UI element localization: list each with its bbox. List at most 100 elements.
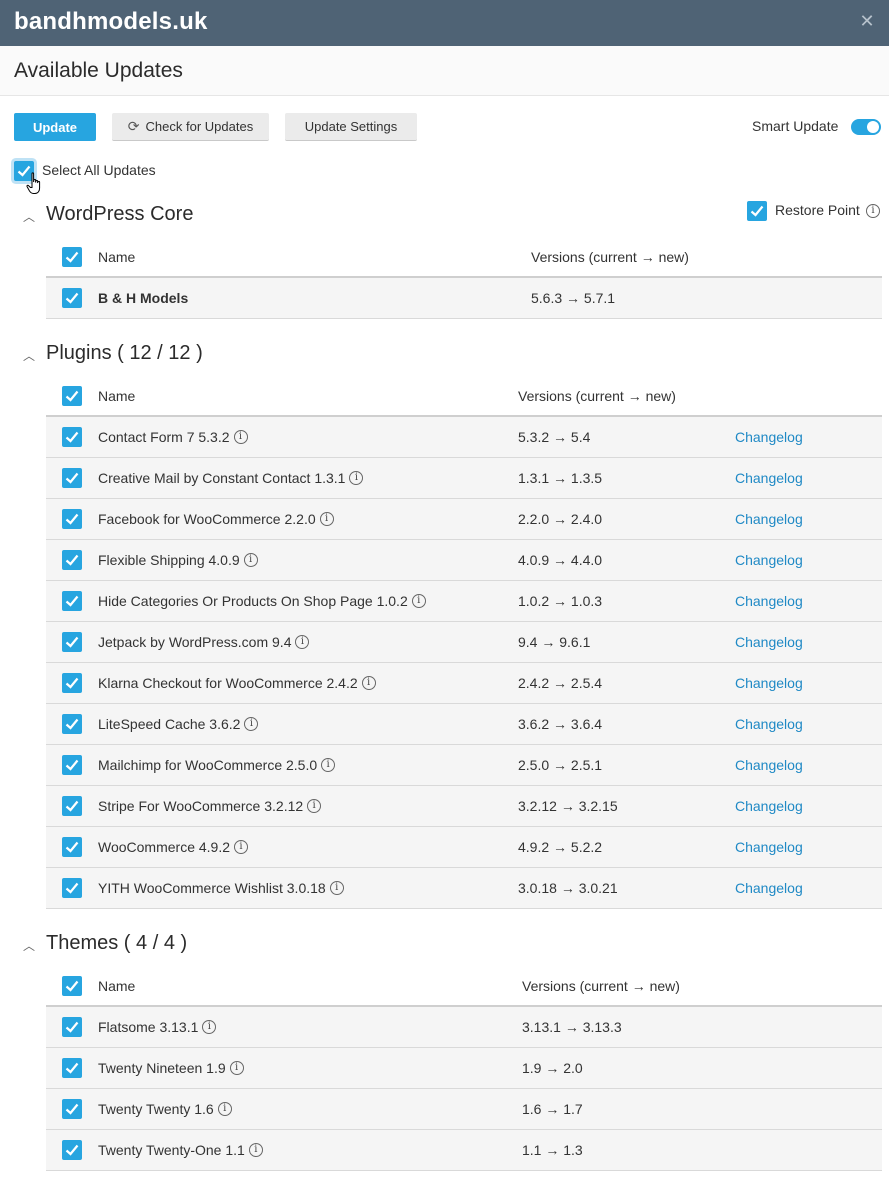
info-icon[interactable]: i (234, 840, 249, 855)
item-name-text: Twenty Twenty-One 1.1 (98, 1142, 245, 1158)
smart-update-toggle[interactable] (851, 119, 881, 135)
row-checkbox[interactable] (62, 550, 82, 570)
row-checkbox[interactable] (62, 591, 82, 611)
hand-pointer-icon (26, 172, 41, 194)
checkmark-icon (65, 431, 79, 443)
row-checkbox[interactable] (62, 632, 82, 652)
restore-point-checkbox[interactable] (747, 201, 767, 221)
plugins-select-all-checkbox[interactable] (62, 386, 82, 406)
row-checkbox[interactable] (62, 673, 82, 693)
info-icon[interactable]: i (321, 758, 336, 773)
item-name: Twenty Twenty-One 1.1 i (98, 1142, 263, 1158)
update-settings-button[interactable]: Update Settings (285, 113, 417, 141)
changelog-link[interactable]: Changelog (735, 716, 803, 732)
item-name-text: Mailchimp for WooCommerce 2.5.0 (98, 757, 318, 773)
item-versions: 5.3.2 → 5.4 (518, 429, 591, 445)
table-row: Twenty Nineteen 1.9 i 1.9 → 2.0 (46, 1048, 882, 1089)
core-site-name: B & H Models (98, 290, 189, 306)
info-icon[interactable]: i (295, 635, 310, 650)
info-icon[interactable]: i (329, 881, 344, 896)
info-icon[interactable]: i (229, 1061, 244, 1076)
check-for-updates-label: Check for Updates (145, 119, 254, 134)
core-select-all-checkbox[interactable] (62, 247, 82, 267)
changelog-link[interactable]: Changelog (735, 593, 803, 609)
item-name: Flexible Shipping 4.0.9 i (98, 552, 258, 568)
checkmark-icon (65, 980, 79, 992)
versions-column-header: Versions (current → new) (518, 388, 676, 404)
item-name-text: Twenty Nineteen 1.9 (98, 1060, 226, 1076)
row-checkbox[interactable] (62, 714, 82, 734)
row-checkbox[interactable] (62, 1058, 82, 1078)
changelog-link[interactable]: Changelog (735, 511, 803, 527)
checkmark-icon (65, 759, 79, 771)
row-checkbox[interactable] (62, 427, 82, 447)
item-versions: 1.6 → 1.7 (522, 1101, 583, 1117)
row-checkbox[interactable] (62, 1099, 82, 1119)
themes-select-all-checkbox[interactable] (62, 976, 82, 996)
info-icon[interactable]: i (319, 512, 334, 527)
info-icon[interactable]: i (217, 1102, 232, 1117)
changelog-link[interactable]: Changelog (735, 798, 803, 814)
info-icon[interactable]: i (202, 1020, 217, 1035)
row-checkbox[interactable] (62, 755, 82, 775)
themes-collapse-icon[interactable]: ︿ (23, 937, 35, 954)
info-icon[interactable]: i (248, 1143, 263, 1158)
row-checkbox[interactable] (62, 1140, 82, 1160)
item-name: Hide Categories Or Products On Shop Page… (98, 593, 426, 609)
check-for-updates-button[interactable]: ⟳ Check for Updates (112, 113, 269, 141)
plugins-table: Name Versions (current → new) Contact Fo… (46, 375, 882, 909)
core-collapse-icon[interactable]: ︿ (23, 208, 35, 225)
item-name: Twenty Nineteen 1.9 i (98, 1060, 244, 1076)
item-name: YITH WooCommerce Wishlist 3.0.18 i (98, 880, 344, 896)
versions-column-header: Versions (current → new) (531, 249, 689, 265)
info-icon[interactable]: i (361, 676, 376, 691)
row-checkbox[interactable] (62, 1017, 82, 1037)
changelog-link[interactable]: Changelog (735, 470, 803, 486)
item-name: Stripe For WooCommerce 3.2.12 i (98, 798, 322, 814)
item-versions: 2.4.2 → 2.5.4 (518, 675, 603, 691)
changelog-link[interactable]: Changelog (735, 757, 803, 773)
checkmark-icon (65, 1021, 79, 1033)
versions-column-header: Versions (current → new) (522, 978, 680, 994)
core-versions: 5.6.3 → 5.7.1 (531, 290, 616, 306)
info-icon[interactable]: i (866, 204, 880, 218)
item-name-text: Klarna Checkout for WooCommerce 2.4.2 (98, 675, 358, 691)
info-icon[interactable]: i (349, 471, 364, 486)
item-versions: 3.2.12 → 3.2.15 (518, 798, 618, 814)
table-row: Mailchimp for WooCommerce 2.5.0 i 2.5.0 → … (46, 745, 882, 786)
info-icon[interactable]: i (411, 594, 426, 609)
item-name: Jetpack by WordPress.com 9.4 i (98, 634, 310, 650)
info-icon[interactable]: i (244, 717, 259, 732)
info-icon[interactable]: i (243, 553, 258, 568)
changelog-link[interactable]: Changelog (735, 880, 803, 896)
checkmark-icon (65, 1062, 79, 1074)
item-name-text: Contact Form 7 5.3.2 (98, 429, 230, 445)
item-versions: 4.9.2 → 5.2.2 (518, 839, 603, 855)
item-name-text: Jetpack by WordPress.com 9.4 (98, 634, 292, 650)
row-checkbox[interactable] (62, 796, 82, 816)
table-row: Twenty Twenty-One 1.1 i 1.1 → 1.3 (46, 1130, 882, 1171)
checkmark-icon (65, 390, 79, 402)
changelog-link[interactable]: Changelog (735, 429, 803, 445)
row-checkbox[interactable] (62, 288, 82, 308)
item-name-text: Flatsome 3.13.1 (98, 1019, 199, 1035)
changelog-link[interactable]: Changelog (735, 634, 803, 650)
update-button[interactable]: Update (14, 113, 96, 141)
info-icon[interactable]: i (307, 799, 322, 814)
smart-update-label: Smart Update (752, 118, 839, 134)
select-all-label: Select All Updates (42, 162, 156, 178)
row-checkbox[interactable] (62, 878, 82, 898)
close-icon[interactable]: ✕ (857, 11, 877, 31)
item-name: Creative Mail by Constant Contact 1.3.1 i (98, 470, 364, 486)
changelog-link[interactable]: Changelog (735, 675, 803, 691)
info-icon[interactable]: i (233, 430, 248, 445)
checkmark-icon (65, 251, 79, 263)
row-checkbox[interactable] (62, 509, 82, 529)
plugins-collapse-icon[interactable]: ︿ (23, 347, 35, 364)
item-name-text: LiteSpeed Cache 3.6.2 (98, 716, 241, 732)
row-checkbox[interactable] (62, 837, 82, 857)
changelog-link[interactable]: Changelog (735, 839, 803, 855)
changelog-link[interactable]: Changelog (735, 552, 803, 568)
item-name-text: Stripe For WooCommerce 3.2.12 (98, 798, 304, 814)
row-checkbox[interactable] (62, 468, 82, 488)
